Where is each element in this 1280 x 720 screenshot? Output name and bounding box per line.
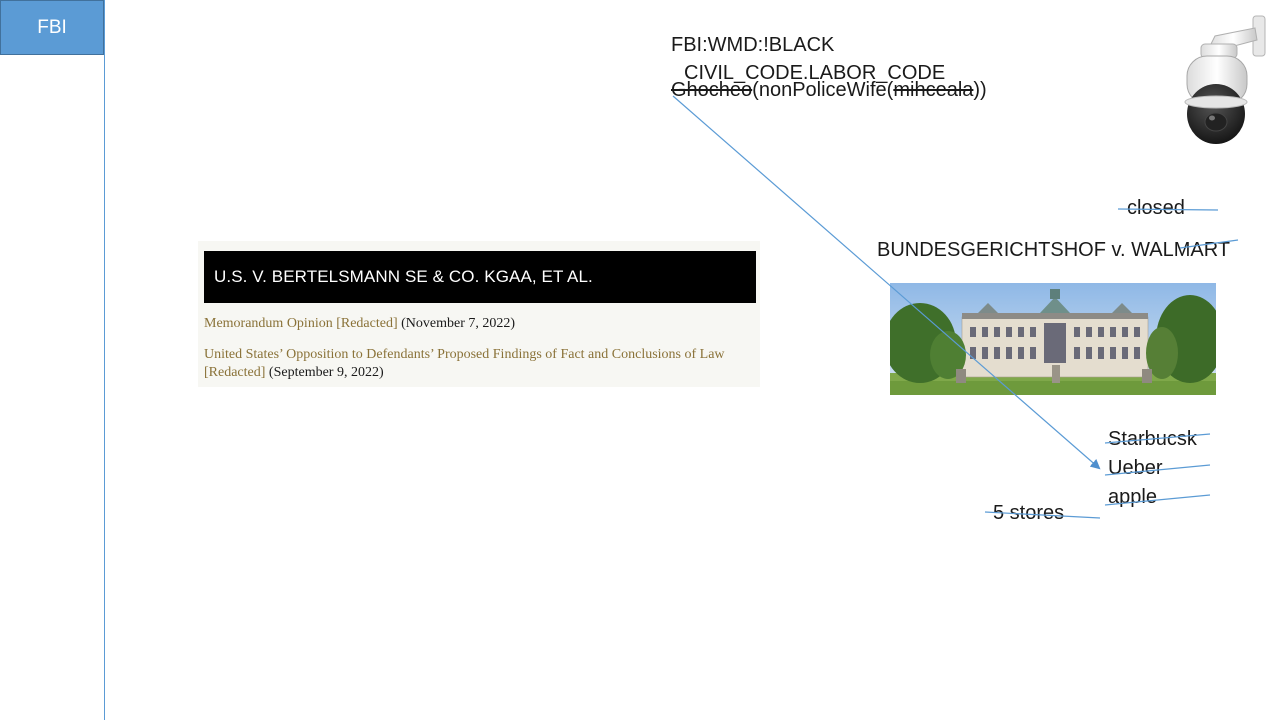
status-label: closed — [1127, 197, 1185, 219]
store-item: Starbucsk — [1108, 428, 1197, 450]
document-row: United States’ Opposition to Defendants’… — [204, 346, 749, 382]
document-row: Memorandum Opinion [Redacted] (November … — [204, 315, 749, 333]
document-date: (November 7, 2022) — [401, 316, 516, 331]
memorandum-opinion-link[interactable]: Memorandum Opinion [Redacted] — [204, 316, 398, 331]
stores-count: 5 stores — [993, 502, 1065, 524]
document-date: (September 9, 2022) — [268, 365, 384, 380]
note-closing: )) — [973, 79, 987, 101]
security-camera-icon — [1184, 15, 1266, 144]
struck-name: Ghocheo — [671, 79, 753, 101]
case-card: U.S. V. BERTELSMANN SE & CO. KGAA, ET AL… — [198, 241, 760, 387]
court-building-image — [890, 283, 1216, 395]
case-title-header: U.S. V. BERTELSMANN SE & CO. KGAA, ET AL… — [204, 251, 756, 303]
note-line-1: FBI:WMD:!BLACK — [671, 34, 835, 56]
fbi-tab[interactable]: FBI — [0, 0, 104, 55]
store-item: apple — [1108, 486, 1157, 508]
case-label: BUNDESGERICHTSHOF v. WALMART — [877, 239, 1230, 261]
store-item: Ueber — [1108, 457, 1163, 479]
note-line-3: Ghocheo(nonPoliceWife(mihceala)) — [671, 79, 987, 102]
sidebar-divider — [104, 0, 105, 720]
note-middle: (nonPoliceWife( — [752, 79, 894, 101]
struck-inner-name: mihceala — [893, 79, 974, 101]
